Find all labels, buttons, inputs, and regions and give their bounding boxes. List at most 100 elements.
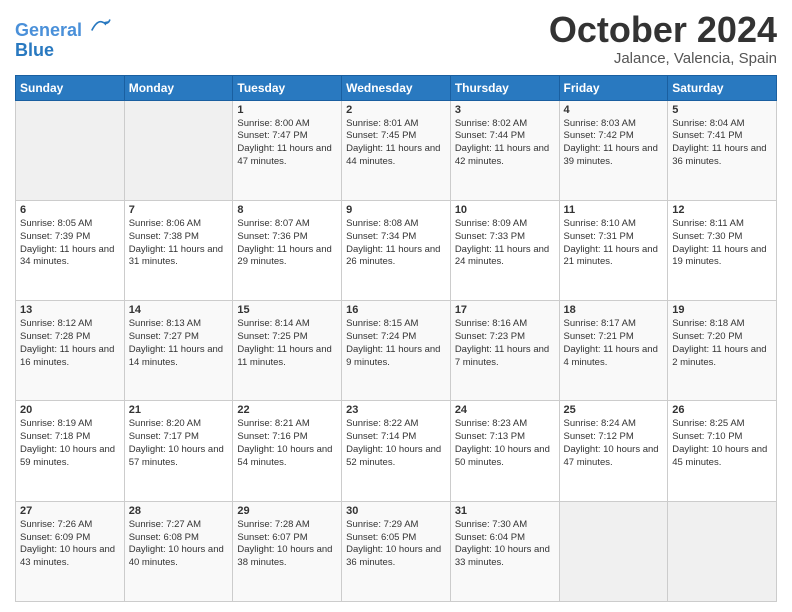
calendar-cell: 6 Sunrise: 8:05 AM Sunset: 7:39 PM Daylig… bbox=[16, 200, 125, 300]
calendar-cell: 20Sunrise: 8:19 AM Sunset: 7:18 PM Dayli… bbox=[16, 401, 125, 501]
logo-line2: Blue bbox=[15, 41, 111, 61]
day-number: 29 bbox=[237, 505, 337, 517]
day-number: 25 bbox=[564, 404, 664, 416]
day-info: Sunrise: 7:27 AM Sunset: 6:08 PM Dayligh… bbox=[129, 519, 229, 570]
calendar: SundayMondayTuesdayWednesdayThursdayFrid… bbox=[15, 75, 777, 602]
day-number: 3 bbox=[455, 104, 555, 116]
calendar-cell bbox=[16, 100, 125, 200]
calendar-cell: 23 Sunrise: 8:22 AM Sunset: 7:14 PM Dayli… bbox=[342, 401, 451, 501]
weekday-header-thursday: Thursday bbox=[450, 75, 559, 100]
day-info: Sunrise: 8:18 AM Sunset: 7:20 PM Dayligh… bbox=[672, 318, 772, 369]
day-number: 16 bbox=[346, 304, 446, 316]
calendar-cell: 15 Sunrise: 8:14 AM Sunset: 7:25 PM Dayli… bbox=[233, 301, 342, 401]
day-info: Sunrise: 8:02 AM Sunset: 7:44 PM Dayligh… bbox=[455, 118, 555, 169]
calendar-cell: 22 Sunrise: 8:21 AM Sunset: 7:16 PM Dayli… bbox=[233, 401, 342, 501]
weekday-header-tuesday: Tuesday bbox=[233, 75, 342, 100]
calendar-cell: 4Sunrise: 8:03 AM Sunset: 7:42 PM Daylig… bbox=[559, 100, 668, 200]
calendar-cell: 29 Sunrise: 7:28 AM Sunset: 6:07 PM Dayli… bbox=[233, 501, 342, 601]
calendar-week-4: 20Sunrise: 8:19 AM Sunset: 7:18 PM Dayli… bbox=[16, 401, 777, 501]
calendar-cell bbox=[559, 501, 668, 601]
calendar-cell: 19 Sunrise: 8:18 AM Sunset: 7:20 PM Dayli… bbox=[668, 301, 777, 401]
day-number: 10 bbox=[455, 204, 555, 216]
calendar-cell: 28 Sunrise: 7:27 AM Sunset: 6:08 PM Dayli… bbox=[124, 501, 233, 601]
logo-bird-icon bbox=[89, 14, 111, 36]
day-info: Sunrise: 8:15 AM Sunset: 7:24 PM Dayligh… bbox=[346, 318, 446, 369]
day-number: 13 bbox=[20, 304, 120, 316]
calendar-cell: 17 Sunrise: 8:16 AM Sunset: 7:23 PM Dayli… bbox=[450, 301, 559, 401]
day-number: 22 bbox=[237, 404, 337, 416]
day-info: Sunrise: 8:08 AM Sunset: 7:34 PM Dayligh… bbox=[346, 218, 446, 269]
calendar-week-1: 1Sunrise: 8:00 AM Sunset: 7:47 PM Daylig… bbox=[16, 100, 777, 200]
calendar-cell: 3 Sunrise: 8:02 AM Sunset: 7:44 PM Daylig… bbox=[450, 100, 559, 200]
day-number: 8 bbox=[237, 204, 337, 216]
day-info: Sunrise: 8:04 AM Sunset: 7:41 PM Dayligh… bbox=[672, 118, 772, 169]
calendar-cell: 24Sunrise: 8:23 AM Sunset: 7:13 PM Dayli… bbox=[450, 401, 559, 501]
calendar-cell: 21 Sunrise: 8:20 AM Sunset: 7:17 PM Dayli… bbox=[124, 401, 233, 501]
day-number: 17 bbox=[455, 304, 555, 316]
day-info: Sunrise: 7:29 AM Sunset: 6:05 PM Dayligh… bbox=[346, 519, 446, 570]
day-info: Sunrise: 8:03 AM Sunset: 7:42 PM Dayligh… bbox=[564, 118, 664, 169]
day-number: 30 bbox=[346, 505, 446, 517]
calendar-cell: 31Sunrise: 7:30 AM Sunset: 6:04 PM Dayli… bbox=[450, 501, 559, 601]
day-number: 2 bbox=[346, 104, 446, 116]
day-info: Sunrise: 8:23 AM Sunset: 7:13 PM Dayligh… bbox=[455, 418, 555, 469]
day-number: 26 bbox=[672, 404, 772, 416]
day-info: Sunrise: 7:26 AM Sunset: 6:09 PM Dayligh… bbox=[20, 519, 120, 570]
calendar-cell bbox=[124, 100, 233, 200]
day-info: Sunrise: 7:30 AM Sunset: 6:04 PM Dayligh… bbox=[455, 519, 555, 570]
day-number: 11 bbox=[564, 204, 664, 216]
day-number: 15 bbox=[237, 304, 337, 316]
page: General Blue October 2024 Jalance, Valen… bbox=[0, 0, 792, 612]
weekday-header-monday: Monday bbox=[124, 75, 233, 100]
day-info: Sunrise: 7:28 AM Sunset: 6:07 PM Dayligh… bbox=[237, 519, 337, 570]
calendar-cell: 10 Sunrise: 8:09 AM Sunset: 7:33 PM Dayli… bbox=[450, 200, 559, 300]
weekday-header-sunday: Sunday bbox=[16, 75, 125, 100]
day-info: Sunrise: 8:19 AM Sunset: 7:18 PM Dayligh… bbox=[20, 418, 120, 469]
day-info: Sunrise: 8:09 AM Sunset: 7:33 PM Dayligh… bbox=[455, 218, 555, 269]
day-info: Sunrise: 8:05 AM Sunset: 7:39 PM Dayligh… bbox=[20, 218, 120, 269]
weekday-header-wednesday: Wednesday bbox=[342, 75, 451, 100]
day-info: Sunrise: 8:13 AM Sunset: 7:27 PM Dayligh… bbox=[129, 318, 229, 369]
calendar-cell: 13 Sunrise: 8:12 AM Sunset: 7:28 PM Dayli… bbox=[16, 301, 125, 401]
day-number: 19 bbox=[672, 304, 772, 316]
day-number: 5 bbox=[672, 104, 772, 116]
day-info: Sunrise: 8:25 AM Sunset: 7:10 PM Dayligh… bbox=[672, 418, 772, 469]
calendar-cell: 9 Sunrise: 8:08 AM Sunset: 7:34 PM Daylig… bbox=[342, 200, 451, 300]
day-number: 14 bbox=[129, 304, 229, 316]
day-number: 18 bbox=[564, 304, 664, 316]
calendar-cell: 25 Sunrise: 8:24 AM Sunset: 7:12 PM Dayli… bbox=[559, 401, 668, 501]
day-number: 7 bbox=[129, 204, 229, 216]
day-info: Sunrise: 8:07 AM Sunset: 7:36 PM Dayligh… bbox=[237, 218, 337, 269]
calendar-week-2: 6 Sunrise: 8:05 AM Sunset: 7:39 PM Daylig… bbox=[16, 200, 777, 300]
day-info: Sunrise: 8:00 AM Sunset: 7:47 PM Dayligh… bbox=[237, 118, 337, 169]
day-number: 12 bbox=[672, 204, 772, 216]
day-info: Sunrise: 8:20 AM Sunset: 7:17 PM Dayligh… bbox=[129, 418, 229, 469]
calendar-header-row: SundayMondayTuesdayWednesdayThursdayFrid… bbox=[16, 75, 777, 100]
day-info: Sunrise: 8:17 AM Sunset: 7:21 PM Dayligh… bbox=[564, 318, 664, 369]
calendar-week-5: 27 Sunrise: 7:26 AM Sunset: 6:09 PM Dayli… bbox=[16, 501, 777, 601]
calendar-cell: 26 Sunrise: 8:25 AM Sunset: 7:10 PM Dayli… bbox=[668, 401, 777, 501]
day-number: 21 bbox=[129, 404, 229, 416]
day-info: Sunrise: 8:24 AM Sunset: 7:12 PM Dayligh… bbox=[564, 418, 664, 469]
subtitle: Jalance, Valencia, Spain bbox=[549, 50, 777, 67]
day-info: Sunrise: 8:21 AM Sunset: 7:16 PM Dayligh… bbox=[237, 418, 337, 469]
calendar-cell: 8 Sunrise: 8:07 AM Sunset: 7:36 PM Daylig… bbox=[233, 200, 342, 300]
calendar-cell: 14 Sunrise: 8:13 AM Sunset: 7:27 PM Dayli… bbox=[124, 301, 233, 401]
calendar-cell: 18 Sunrise: 8:17 AM Sunset: 7:21 PM Dayli… bbox=[559, 301, 668, 401]
day-info: Sunrise: 8:16 AM Sunset: 7:23 PM Dayligh… bbox=[455, 318, 555, 369]
calendar-cell: 30 Sunrise: 7:29 AM Sunset: 6:05 PM Dayli… bbox=[342, 501, 451, 601]
logo: General Blue bbox=[15, 14, 111, 61]
day-info: Sunrise: 8:06 AM Sunset: 7:38 PM Dayligh… bbox=[129, 218, 229, 269]
main-title: October 2024 bbox=[549, 10, 777, 50]
day-info: Sunrise: 8:10 AM Sunset: 7:31 PM Dayligh… bbox=[564, 218, 664, 269]
day-number: 9 bbox=[346, 204, 446, 216]
day-info: Sunrise: 8:01 AM Sunset: 7:45 PM Dayligh… bbox=[346, 118, 446, 169]
day-info: Sunrise: 8:14 AM Sunset: 7:25 PM Dayligh… bbox=[237, 318, 337, 369]
day-number: 23 bbox=[346, 404, 446, 416]
calendar-cell: 12Sunrise: 8:11 AM Sunset: 7:30 PM Dayli… bbox=[668, 200, 777, 300]
day-number: 28 bbox=[129, 505, 229, 517]
day-info: Sunrise: 8:22 AM Sunset: 7:14 PM Dayligh… bbox=[346, 418, 446, 469]
day-number: 27 bbox=[20, 505, 120, 517]
day-info: Sunrise: 8:12 AM Sunset: 7:28 PM Dayligh… bbox=[20, 318, 120, 369]
day-number: 6 bbox=[20, 204, 120, 216]
